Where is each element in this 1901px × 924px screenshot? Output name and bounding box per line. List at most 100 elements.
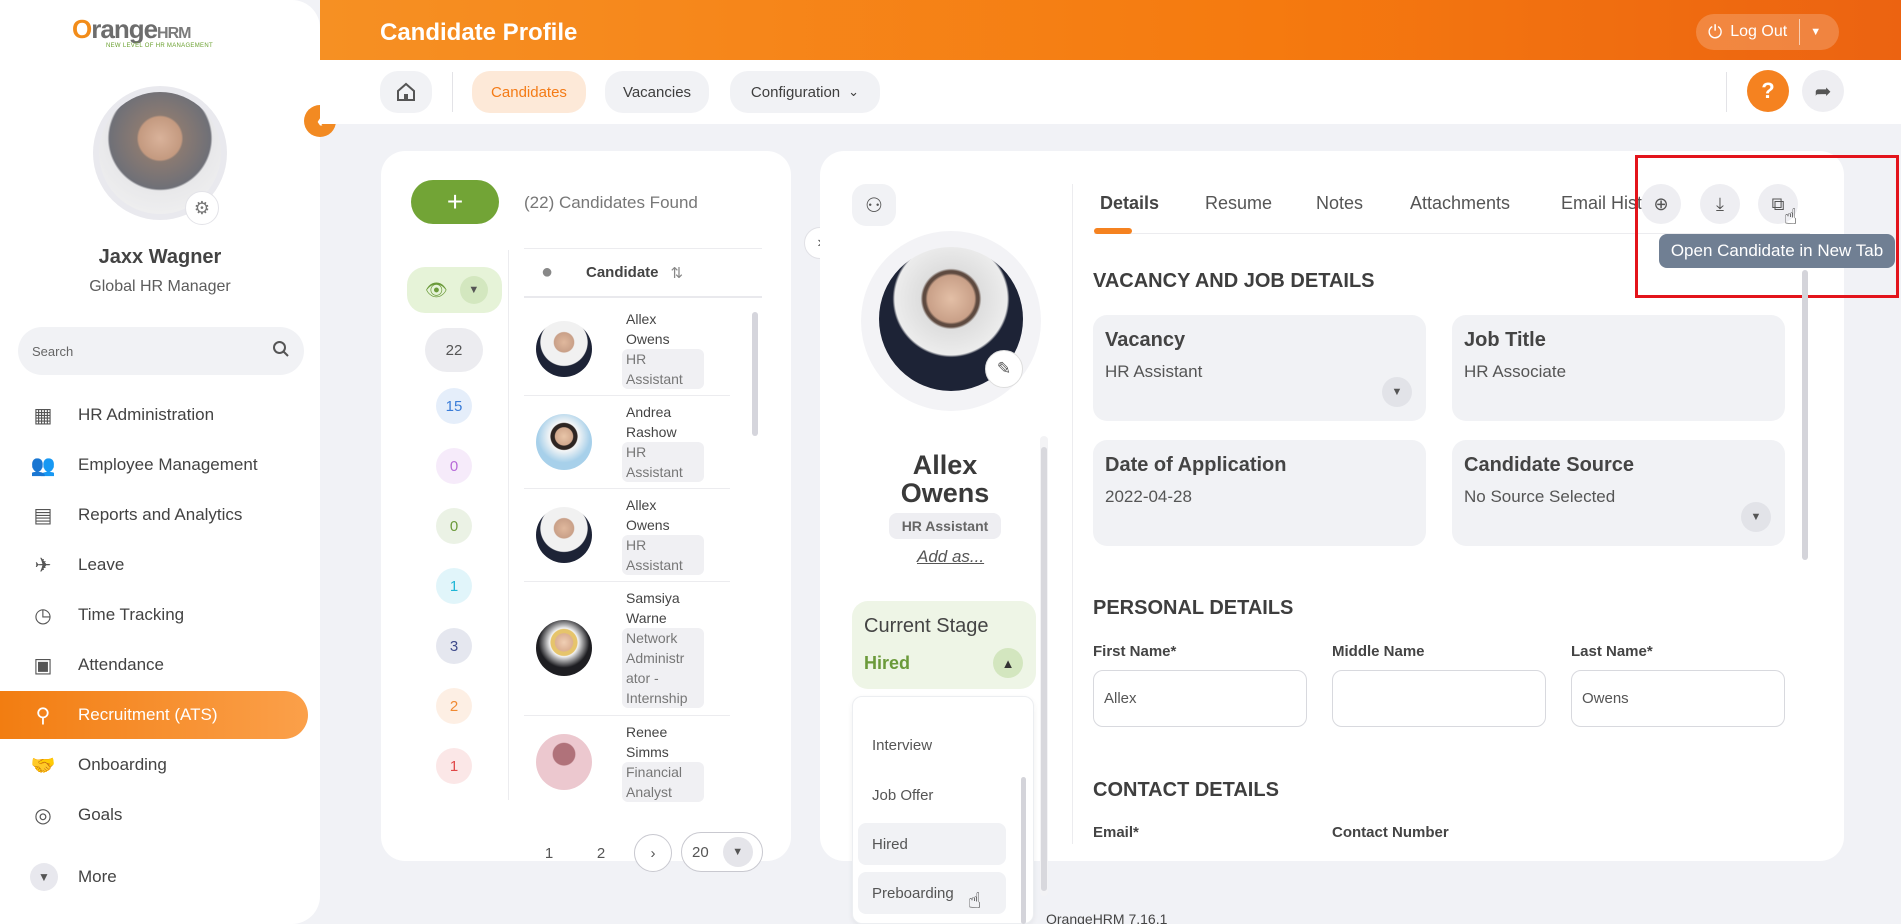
orangehrm-logo[interactable]: OrangeHRM NEW LEVEL OF HR MANAGEMENT	[72, 14, 252, 54]
add-as-link[interactable]: Add as...	[917, 547, 984, 567]
home-button[interactable]	[380, 71, 432, 113]
tab-notes[interactable]: Notes	[1316, 193, 1363, 214]
tab-vacancies[interactable]: Vacancies	[605, 71, 709, 113]
page-1-button[interactable]: 1	[530, 834, 568, 872]
tab-configuration[interactable]: Configuration ⌄	[730, 71, 880, 113]
filter-count-badge[interactable]: 0	[436, 448, 472, 484]
chevron-down-icon[interactable]: ▼	[1741, 502, 1771, 532]
sidebar-item-label: Attendance	[78, 655, 165, 674]
search-input[interactable]	[32, 343, 272, 359]
sidebar-item-time-tracking[interactable]: ◷ Time Tracking	[0, 591, 308, 639]
logout-label: Log Out	[1730, 23, 1788, 40]
sidebar-item-hr-administration[interactable]: ▦ HR Administration	[0, 391, 308, 439]
candidate-job: HR Assistant	[622, 349, 704, 389]
active-tab-indicator	[1094, 228, 1132, 234]
vacancy-field[interactable]: Vacancy HR Assistant ▼	[1093, 315, 1426, 421]
first-name-field[interactable]	[1093, 670, 1307, 727]
sidebar-item-goals[interactable]: ◎ Goals	[0, 791, 308, 839]
sidebar-item-attendance[interactable]: ▣ Attendance	[0, 641, 308, 689]
edit-photo-button[interactable]: ✎	[985, 350, 1023, 388]
candidate-first-name: Allex	[912, 450, 978, 480]
chevron-up-icon[interactable]: ▲	[993, 648, 1023, 678]
sidebar-item-more[interactable]: ▼ More	[0, 853, 308, 901]
candidate-name: Allex Owens	[626, 311, 670, 347]
tab-attachments[interactable]: Attachments	[1410, 193, 1510, 214]
candidate-source-field[interactable]: Candidate Source No Source Selected ▼	[1452, 440, 1785, 546]
sidebar-item-label: More	[78, 867, 117, 886]
recruitment-icon: ⚲	[35, 704, 51, 727]
chevron-down-icon: ⌄	[848, 84, 860, 99]
filter-count-badge[interactable]: 15	[436, 388, 472, 424]
filter-count-badge[interactable]: 1	[436, 568, 472, 604]
sidebar-item-leave[interactable]: ✈ Leave	[0, 541, 308, 589]
divider	[1799, 19, 1801, 45]
column-header-candidate[interactable]: Candidate	[586, 264, 659, 281]
next-page-button[interactable]: ›	[634, 834, 672, 872]
sidebar-item-label: Leave	[78, 555, 125, 574]
profile-tool-button[interactable]: ⚇	[852, 184, 896, 226]
table-row[interactable]: Samsiya Warne Network Administr ator - Inter…	[524, 582, 730, 716]
share-button[interactable]: ➦	[1802, 70, 1844, 112]
logout-button[interactable]: ⏻ Log Out ▼	[1696, 14, 1839, 50]
candidate-name: Renee Simms	[626, 724, 669, 760]
table-row[interactable]: Allex Owens HR Assistant	[524, 489, 730, 582]
job-title-label: Job Title	[1464, 329, 1546, 351]
sidebar-item-reports-and-analytics[interactable]: ▤ Reports and Analytics	[0, 491, 308, 539]
scroll-thumb[interactable]	[1041, 447, 1047, 891]
add-candidate-button[interactable]: +	[411, 180, 499, 224]
filter-count-badge[interactable]: 0	[436, 508, 472, 544]
filter-count-badge[interactable]: 2	[436, 688, 472, 724]
divider	[1072, 184, 1073, 844]
page-size-select[interactable]: 20 ▼	[681, 832, 763, 872]
candidates-found-count: (22) Candidates Found	[524, 193, 698, 212]
footer-version: OrangeHRM 7.16.1	[1046, 911, 1168, 924]
sidebar-item-employee-management[interactable]: 👥 Employee Management	[0, 441, 308, 489]
vacancy-value: HR Assistant	[1105, 362, 1203, 381]
configuration-label: Configuration	[750, 83, 841, 101]
chevron-down-icon[interactable]: ▼	[1810, 26, 1821, 38]
share-icon: ➦	[1814, 80, 1832, 103]
candidate-avatar	[536, 507, 592, 563]
table-row[interactable]: Allex Owens HR Assistant	[524, 303, 730, 396]
help-button[interactable]: ?	[1747, 70, 1789, 112]
pencil-icon: ✎	[996, 359, 1012, 378]
divider	[1726, 72, 1727, 112]
last-name-field[interactable]	[1571, 670, 1785, 727]
attendance-icon: ▣	[33, 654, 53, 677]
job-title-field: Job Title HR Associate	[1452, 315, 1785, 421]
tab-candidates[interactable]: Candidates	[472, 71, 586, 113]
gear-icon[interactable]: ⚙	[185, 191, 219, 225]
sort-icon[interactable]: ⇅	[671, 264, 684, 282]
chevron-down-icon[interactable]: ▼	[1382, 377, 1412, 407]
sidebar: OrangeHRM NEW LEVEL OF HR MANAGEMENT ⚙ J…	[0, 0, 320, 924]
date-of-application-field[interactable]: Date of Application 2022-04-28	[1093, 440, 1426, 546]
middle-name-field[interactable]	[1332, 670, 1546, 727]
stage-option-hired[interactable]: Hired	[858, 823, 1006, 865]
view-filter-button[interactable]: 👁 ▼	[407, 267, 502, 313]
filter-count-badge[interactable]: 22	[425, 328, 483, 372]
stage-option-job-offer[interactable]: Job Offer	[858, 774, 1006, 816]
stage-option-preboarding[interactable]: Preboarding	[858, 872, 1006, 914]
details-scrollbar[interactable]	[1802, 270, 1808, 560]
stage-option-interview[interactable]: Interview	[858, 724, 1006, 766]
candidate-source-label: Candidate Source	[1464, 454, 1635, 476]
sidebar-item-label: Employee Management	[78, 455, 258, 474]
scroll-thumb[interactable]	[752, 312, 758, 436]
filter-count-badge[interactable]: 3	[436, 628, 472, 664]
table-row[interactable]: Andrea Rashow HR Assistant	[524, 396, 730, 489]
tab-details[interactable]: Details	[1100, 193, 1159, 214]
filter-count-badge[interactable]: 1	[436, 748, 472, 784]
tab-resume[interactable]: Resume	[1205, 193, 1272, 214]
table-row[interactable]: Renee Simms Financial Analyst	[524, 716, 730, 802]
handshake-icon: 🤝	[30, 754, 56, 777]
contact-number-label: Contact Number	[1332, 824, 1449, 841]
question-icon: ?	[1761, 78, 1775, 103]
sidebar-item-onboarding[interactable]: 🤝 Onboarding	[0, 741, 308, 789]
scroll-thumb[interactable]	[1021, 777, 1026, 924]
building-icon: ▦	[33, 404, 53, 427]
page-2-button[interactable]: 2	[582, 834, 620, 872]
sidebar-item-recruitment[interactable]: ⚲ Recruitment (ATS)	[0, 691, 308, 739]
search-icon[interactable]	[272, 340, 290, 363]
page-size-value: 20	[692, 843, 709, 861]
page-title: Candidate Profile	[380, 19, 578, 46]
